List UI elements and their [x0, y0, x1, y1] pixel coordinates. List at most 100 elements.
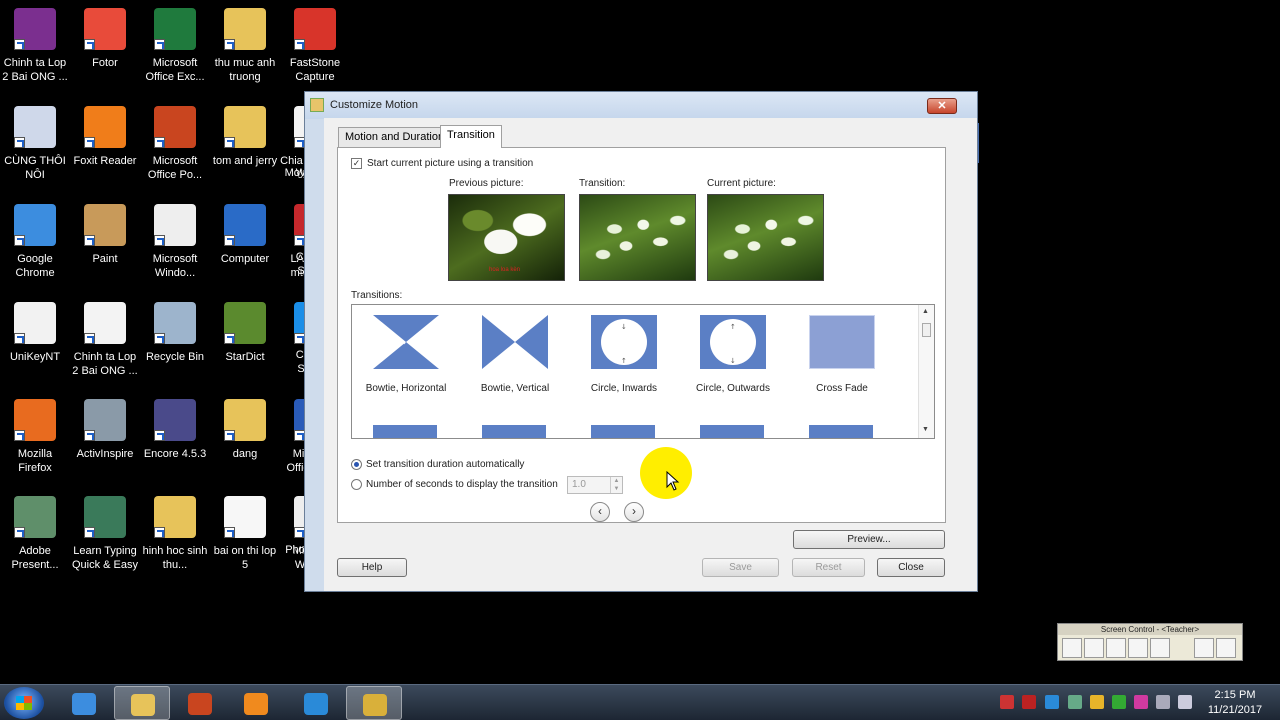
screen-control-tool-icon[interactable]: [1128, 638, 1148, 658]
screen-control-tool-icon[interactable]: [1150, 638, 1170, 658]
seconds-input[interactable]: 1.0 ▲ ▼: [567, 476, 623, 494]
transition-bowtie-vertical[interactable]: Bowtie, Vertical: [465, 315, 565, 394]
svg-text:↑: ↑: [621, 357, 627, 365]
transition-thumbnail-partial[interactable]: [373, 425, 437, 438]
transitions-label: Transitions:: [351, 290, 403, 301]
screen-control-toolbar[interactable]: Screen Control - <Teacher>: [1057, 623, 1243, 661]
start-transition-checkbox[interactable]: ✓: [351, 158, 362, 169]
taskbar-clock[interactable]: 2:15 PM 11/21/2017: [1200, 688, 1270, 718]
desktop-icon[interactable]: Recycle Bin: [140, 302, 210, 364]
taskbar-powerpoint-button[interactable]: [172, 686, 228, 720]
desktop-icon[interactable]: Computer: [210, 204, 280, 266]
recycle-bin-icon: [154, 302, 196, 344]
desktop-icon[interactable]: Encore 4.5.3: [140, 399, 210, 461]
taskbar-explorer-button[interactable]: [114, 686, 170, 720]
scrollbar-thumb[interactable]: [922, 323, 931, 337]
desktop-icon[interactable]: hinh hoc sinh thu...: [140, 496, 210, 572]
desktop-icon[interactable]: Foxit Reader: [70, 106, 140, 168]
transitions-list[interactable]: → ← Bowtie, Horizontal Bowtie, Vertical …: [351, 304, 935, 439]
taskbar-media-player-button[interactable]: [228, 686, 284, 720]
tray-network-icon[interactable]: [1156, 695, 1170, 709]
scroll-up-icon[interactable]: ▲: [922, 308, 929, 315]
tab-transition[interactable]: Transition: [440, 125, 502, 148]
svg-text:→ ←: → ←: [400, 339, 414, 347]
desktop-icon[interactable]: Microsoft Office Exc...: [140, 8, 210, 84]
seconds-duration-radio[interactable]: [351, 479, 362, 490]
taskbar-photo-story-button[interactable]: [346, 686, 402, 720]
desktop-icon[interactable]: Microsoft Windo...: [140, 204, 210, 280]
transition-circle-outwards[interactable]: ↑ ↓ Circle, Outwards: [683, 315, 783, 394]
transition-circle-inwards[interactable]: ↓ ↑ Circle, Inwards: [574, 315, 674, 394]
fotor-icon: [84, 8, 126, 50]
close-icon[interactable]: ✕: [927, 98, 957, 114]
taskbar: 2:15 PM 11/21/2017: [0, 684, 1280, 720]
desktop-icon[interactable]: StarDict: [210, 302, 280, 364]
dialog-titlebar[interactable]: Customize Motion ✕: [305, 92, 977, 119]
transitions-scrollbar[interactable]: ▲ ▼: [918, 305, 934, 438]
transition-thumbnail-partial[interactable]: [809, 425, 873, 438]
tray-unikey-icon[interactable]: [1134, 695, 1148, 709]
tray-volume-icon[interactable]: [1178, 695, 1192, 709]
tray-pen-icon[interactable]: [1000, 695, 1014, 709]
desktop-icon[interactable]: bai on thi lop 5: [210, 496, 280, 572]
screen-control-tool-icon[interactable]: [1084, 638, 1104, 658]
chrome-icon: [14, 204, 56, 246]
screen-control-tool-icon[interactable]: [1106, 638, 1126, 658]
desktop-icon[interactable]: CÙNG THÔI NÔI: [0, 106, 70, 182]
tray-app-icon[interactable]: [1112, 695, 1126, 709]
screen-control-tool-icon[interactable]: [1194, 638, 1214, 658]
dialog-client-area: Motion and Duration Transition ✓ Start c…: [324, 118, 977, 591]
screen-control-tool-icon[interactable]: [1062, 638, 1082, 658]
seconds-spinner[interactable]: ▲ ▼: [610, 477, 622, 493]
desktop-icon[interactable]: tom and jerry: [210, 106, 280, 168]
clock-date: 11/21/2017: [1207, 704, 1263, 716]
desktop-icon[interactable]: Mozilla Firefox: [0, 399, 70, 475]
shortcut-arrow-icon: [154, 430, 165, 441]
photo-story-icon: [310, 98, 324, 112]
desktop-icon-label: FastStone Capture: [289, 57, 341, 83]
taskbar-chrome-button[interactable]: [56, 686, 112, 720]
transition-thumbnail-partial[interactable]: [700, 425, 764, 438]
desktop-icon[interactable]: FastStone Capture: [280, 8, 350, 84]
transition-thumbnail-partial[interactable]: [482, 425, 546, 438]
desktop-icon[interactable]: Paint: [70, 204, 140, 266]
taskbar-internet-explorer-button[interactable]: [288, 686, 344, 720]
desktop-icon[interactable]: UniKeyNT: [0, 302, 70, 364]
transition-cross-fade[interactable]: Cross Fade: [792, 315, 892, 394]
tray-app-icon[interactable]: [1068, 695, 1082, 709]
next-picture-button[interactable]: ›: [624, 502, 644, 522]
desktop-icon-label: tom and jerry: [212, 155, 278, 167]
transition-thumbnail-partial[interactable]: [591, 425, 655, 438]
document-icon: [14, 106, 56, 148]
desktop-icon[interactable]: ActivInspire: [70, 399, 140, 461]
reset-button[interactable]: Reset: [792, 558, 865, 577]
transition-bowtie-horizontal[interactable]: → ← Bowtie, Horizontal: [356, 315, 456, 394]
preview-button[interactable]: Preview...: [793, 530, 945, 549]
desktop-icon[interactable]: Adobe Present...: [0, 496, 70, 572]
desktop-icon[interactable]: Chinh ta Lop 2 Bai ONG ...: [70, 302, 140, 378]
desktop-icon-label: dang: [232, 448, 258, 460]
desktop-icon[interactable]: dang: [210, 399, 280, 461]
desktop-icon[interactable]: Chinh ta Lop 2 Bai ONG ...: [0, 8, 70, 84]
start-button[interactable]: [4, 687, 44, 719]
tray-app-icon[interactable]: [1090, 695, 1104, 709]
auto-duration-radio[interactable]: [351, 459, 362, 470]
folder-icon: [224, 399, 266, 441]
clock-time: 2:15 PM: [1214, 689, 1256, 701]
tray-network-grid-icon[interactable]: [1022, 695, 1036, 709]
previous-picture-button[interactable]: ‹: [590, 502, 610, 522]
desktop-icon-label-partial[interactable]: Mov: [284, 166, 306, 180]
desktop-icon[interactable]: Microsoft Office Po...: [140, 106, 210, 182]
tray-zalo-icon[interactable]: [1045, 695, 1059, 709]
help-button[interactable]: Help: [337, 558, 407, 577]
screen-control-tool-icon[interactable]: [1216, 638, 1236, 658]
save-button[interactable]: Save: [702, 558, 779, 577]
scroll-down-icon[interactable]: ▼: [922, 426, 929, 433]
desktop-icon[interactable]: thu muc anh truong: [210, 8, 280, 84]
desktop-icon[interactable]: Google Chrome: [0, 204, 70, 280]
desktop-icon-label-partial[interactable]: Pho: [284, 543, 306, 557]
desktop-icon[interactable]: Fotor: [70, 8, 140, 70]
close-button[interactable]: Close: [877, 558, 945, 577]
tab-motion-and-duration[interactable]: Motion and Duration: [338, 127, 452, 147]
desktop-icon[interactable]: Learn Typing Quick & Easy: [70, 496, 140, 572]
